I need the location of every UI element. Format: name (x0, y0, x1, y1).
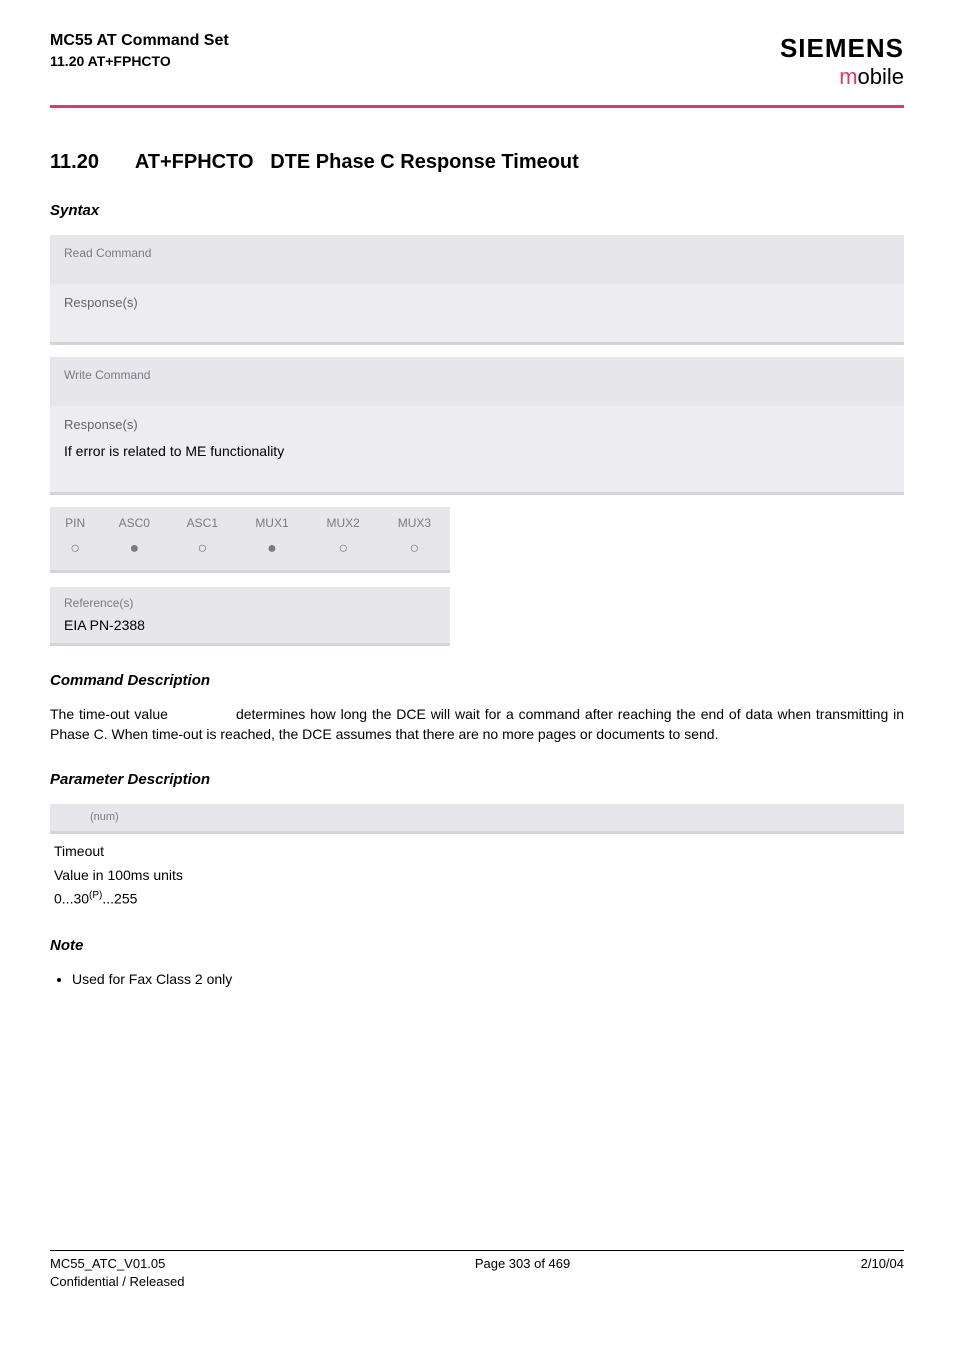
read-command-label: Read Command (50, 235, 904, 284)
matrix-header-row: PIN ASC0 ASC1 MUX1 MUX2 MUX3 (50, 507, 450, 536)
matrix-cell: ● (100, 536, 168, 570)
matrix-header: MUX1 (236, 507, 307, 536)
param-l3-sup: (P) (89, 890, 102, 901)
write-response-body: Response(s) If error is related to ME fu… (50, 406, 904, 492)
reference-block: Reference(s) EIA PN-2388 (50, 587, 450, 646)
footer-status: Confidential / Released (50, 1273, 184, 1291)
brand-m: m (839, 64, 857, 89)
param-lines: Timeout Value in 100ms units 0...30(P)..… (50, 840, 904, 911)
header-left: MC55 AT Command Set 11.20 AT+FPHCTO (50, 30, 229, 72)
page-header: MC55 AT Command Set 11.20 AT+FPHCTO SIEM… (50, 0, 904, 101)
param-line-1: Timeout (50, 840, 904, 864)
footer-right: 2/10/04 (861, 1255, 904, 1291)
note-heading: Note (50, 935, 904, 956)
matrix-table: PIN ASC0 ASC1 MUX1 MUX2 MUX3 ○ ● ○ ● ○ ○ (50, 507, 450, 570)
section-title: 11.20 AT+FPHCTO DTE Phase C Response Tim… (50, 148, 904, 176)
note-item: Used for Fax Class 2 only (72, 970, 904, 990)
matrix-cell: ○ (308, 536, 379, 570)
response-label: Response(s) (64, 295, 138, 310)
matrix-header: MUX3 (379, 507, 450, 536)
footer-version: MC55_ATC_V01.05 (50, 1255, 184, 1273)
matrix-cell: ○ (168, 536, 236, 570)
matrix-value-row: ○ ● ○ ● ○ ○ (50, 536, 450, 570)
section-cmd: AT+FPHCTO (135, 151, 254, 173)
cmd-desc-heading: Command Description (50, 670, 904, 691)
brand-block: SIEMENS mobile (780, 30, 904, 93)
text-pre: The time-out value (50, 706, 173, 722)
brand-rest: obile (858, 64, 904, 89)
param-l3-pre: 0...30 (54, 891, 89, 907)
matrix-header: ASC0 (100, 507, 168, 536)
brand-name: SIEMENS (780, 30, 904, 66)
read-command-block: Read Command Response(s) (50, 235, 904, 345)
brand-sub: mobile (780, 62, 904, 93)
read-response-body: Response(s) (50, 284, 904, 342)
param-tag: (num) (50, 804, 904, 834)
cmd-desc-text: The time-out value determines how long t… (50, 705, 904, 744)
matrix-cell: ○ (379, 536, 450, 570)
product-title: MC55 AT Command Set (50, 30, 229, 52)
matrix-cell: ○ (50, 536, 100, 570)
text-gap (173, 706, 231, 722)
page-footer: MC55_ATC_V01.05 Confidential / Released … (50, 1250, 904, 1291)
write-command-block: Write Command Response(s) If error is re… (50, 357, 904, 495)
support-matrix: PIN ASC0 ASC1 MUX1 MUX2 MUX3 ○ ● ○ ● ○ ○ (50, 507, 450, 573)
matrix-cell: ● (236, 536, 307, 570)
param-line-3: 0...30(P)...255 (50, 887, 904, 911)
matrix-header: PIN (50, 507, 100, 536)
section-desc: DTE Phase C Response Timeout (270, 151, 579, 173)
param-line-2: Value in 100ms units (50, 864, 904, 888)
me-error-text: If error is related to ME functionality (64, 434, 890, 462)
syntax-heading: Syntax (50, 200, 904, 221)
note-list: Used for Fax Class 2 only (50, 970, 904, 990)
section-number: 11.20 (50, 148, 130, 176)
reference-label: Reference(s) (50, 587, 450, 614)
write-command-label: Write Command (50, 357, 904, 406)
matrix-header: ASC1 (168, 507, 236, 536)
footer-center: Page 303 of 469 (184, 1255, 860, 1291)
section-ref: 11.20 AT+FPHCTO (50, 52, 229, 72)
footer-left: MC55_ATC_V01.05 Confidential / Released (50, 1255, 184, 1291)
matrix-header: MUX2 (308, 507, 379, 536)
reference-value: EIA PN-2388 (50, 614, 450, 644)
param-desc-heading: Parameter Description (50, 769, 904, 790)
header-divider (50, 105, 904, 108)
param-l3-post: ...255 (102, 891, 137, 907)
response-label: Response(s) (64, 417, 138, 432)
